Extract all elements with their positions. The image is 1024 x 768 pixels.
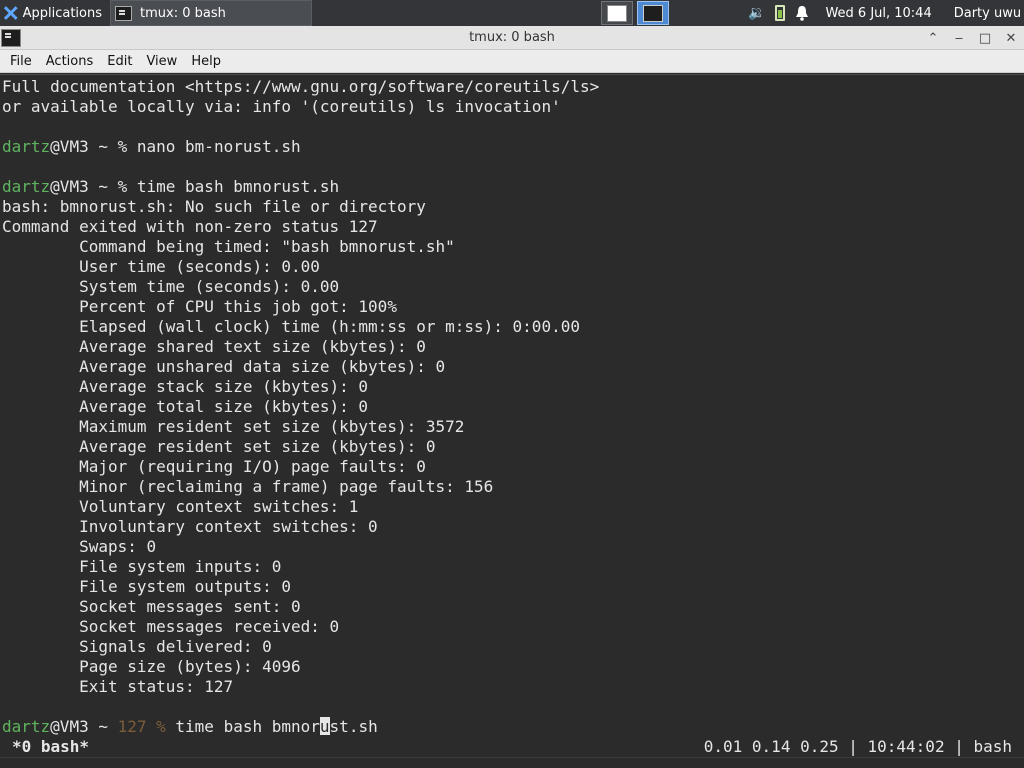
terminal-line: bash: bmnorust.sh: No such file or direc… [2,197,426,216]
terminal-line: Voluntary context switches: 1 [2,497,359,516]
prompt-command: nano bm-norust.sh [136,137,301,156]
taskbar-item-tmux[interactable]: tmux: 0 bash [110,0,312,26]
terminal-line: User time (seconds): 0.00 [2,257,320,276]
tmux-status-right: 0.01 0.14 0.25 | 10:44:02 | bash [703,736,1012,756]
minimize-window-icon[interactable]: ‒ [952,31,966,46]
taskbar-item-label: tmux: 0 bash [140,5,226,21]
window-title: tmux: 0 bash [469,30,555,45]
prompt-line: dartz@VM3 ~ % nano bm-norust.sh [0,137,1024,157]
applications-label: Applications [22,5,102,21]
top-panel: Applications tmux: 0 bash 🔉 Wed 6 Jul, 1… [0,0,1024,26]
terminal-line: Average shared text size (kbytes): 0 [2,337,426,356]
workspace-switcher [601,0,669,26]
terminal-line: Average total size (kbytes): 0 [2,397,369,416]
terminal-line: Average unshared data size (kbytes): 0 [2,357,446,376]
terminal-line: System time (seconds): 0.00 [2,277,340,296]
prompt-user: dartz [2,717,51,735]
terminal-line: Major (requiring I/O) page faults: 0 [2,457,426,476]
menu-actions[interactable]: Actions [39,50,101,73]
terminal-line: Elapsed (wall clock) time (h:mm:ss or m:… [2,317,580,336]
menu-edit[interactable]: Edit [100,50,139,73]
terminal-line: or available locally via: info '(coreuti… [2,97,561,116]
user-menu[interactable]: Darty uwu [954,6,1021,21]
maximize-window-icon[interactable]: □ [978,31,992,46]
terminal-line: Command being timed: "bash bmnorust.sh" [2,237,455,256]
shade-window-icon[interactable]: ⌃ [926,31,940,46]
terminal-line: File system inputs: 0 [2,557,282,576]
window-bottom-border [0,757,1024,768]
workspace-1-button[interactable] [601,1,633,25]
close-window-icon[interactable]: ✕ [1004,31,1018,46]
prompt-host: @VM3 ~ % [50,177,137,196]
text-cursor: u [319,717,330,735]
menu-file[interactable]: File [0,50,39,73]
prompt-command-rest: st.sh [329,717,378,735]
window-controls: ⌃ ‒ □ ✕ [926,26,1018,50]
terminal-line: Page size (bytes): 4096 [2,657,301,676]
terminal-line: Exit status: 127 [2,677,234,696]
menu-view[interactable]: View [139,50,184,73]
terminal-line: Command exited with non-zero status 127 [2,217,378,236]
tmux-status-bar: *0 bash* 0.01 0.14 0.25 | 10:44:02 | bas… [0,735,1024,757]
terminal-line: File system outputs: 0 [2,577,291,596]
battery-icon[interactable] [775,5,786,21]
prompt-exit-status: 127 % [117,717,176,735]
terminal-line: Average resident set size (kbytes): 0 [2,437,436,456]
menu-help[interactable]: Help [184,50,228,73]
prompt-command: time bash bmnor [175,717,320,735]
terminal-line: Signals delivered: 0 [2,637,272,656]
workspace-2-button[interactable] [637,1,669,25]
prompt-host: @VM3 ~ [50,717,118,735]
prompt-line: dartz@VM3 ~ % time bash bmnorust.sh [0,177,1024,197]
clock[interactable]: Wed 6 Jul, 10:44 [825,6,931,21]
volume-icon[interactable]: 🔉 [748,5,765,21]
terminal-line: Average stack size (kbytes): 0 [2,377,369,396]
menubar: File Actions Edit View Help [0,50,1024,73]
terminal-line: Involuntary context switches: 0 [2,517,378,536]
terminal-line: Minor (reclaiming a frame) page faults: … [2,477,494,496]
terminal-line: Maximum resident set size (kbytes): 3572 [2,417,465,436]
terminal-line: Swaps: 0 [2,537,157,556]
terminal-icon [115,5,132,21]
terminal-line: Socket messages sent: 0 [2,597,301,616]
terminal-line: Socket messages received: 0 [2,617,340,636]
tmux-window-list[interactable]: *0 bash* [0,737,89,756]
terminal-line: Percent of CPU this job got: 100% [2,297,397,316]
terminal-output[interactable]: Full documentation <https://www.gnu.org/… [0,74,1024,735]
prompt-user: dartz [2,137,51,156]
terminal-window-icon [643,4,663,22]
terminal-line: Full documentation <https://www.gnu.org/… [2,77,600,96]
terminal-icon[interactable] [1,28,21,47]
applications-menu-button[interactable]: Applications [0,0,108,26]
prompt-user: dartz [2,177,51,196]
editor-window-icon [607,4,627,22]
active-prompt-line: dartz@VM3 ~ 127 % time bash bmnorust.sh [0,717,1024,735]
prompt-host: @VM3 ~ % [50,137,137,156]
system-tray: 🔉 Wed 6 Jul, 10:44 Darty uwu [748,0,1021,26]
window-titlebar[interactable]: tmux: 0 bash ⌃ ‒ □ ✕ [0,26,1024,50]
xfce-logo-icon [3,6,18,20]
bell-icon[interactable] [795,5,809,21]
prompt-command: time bash bmnorust.sh [136,177,340,196]
